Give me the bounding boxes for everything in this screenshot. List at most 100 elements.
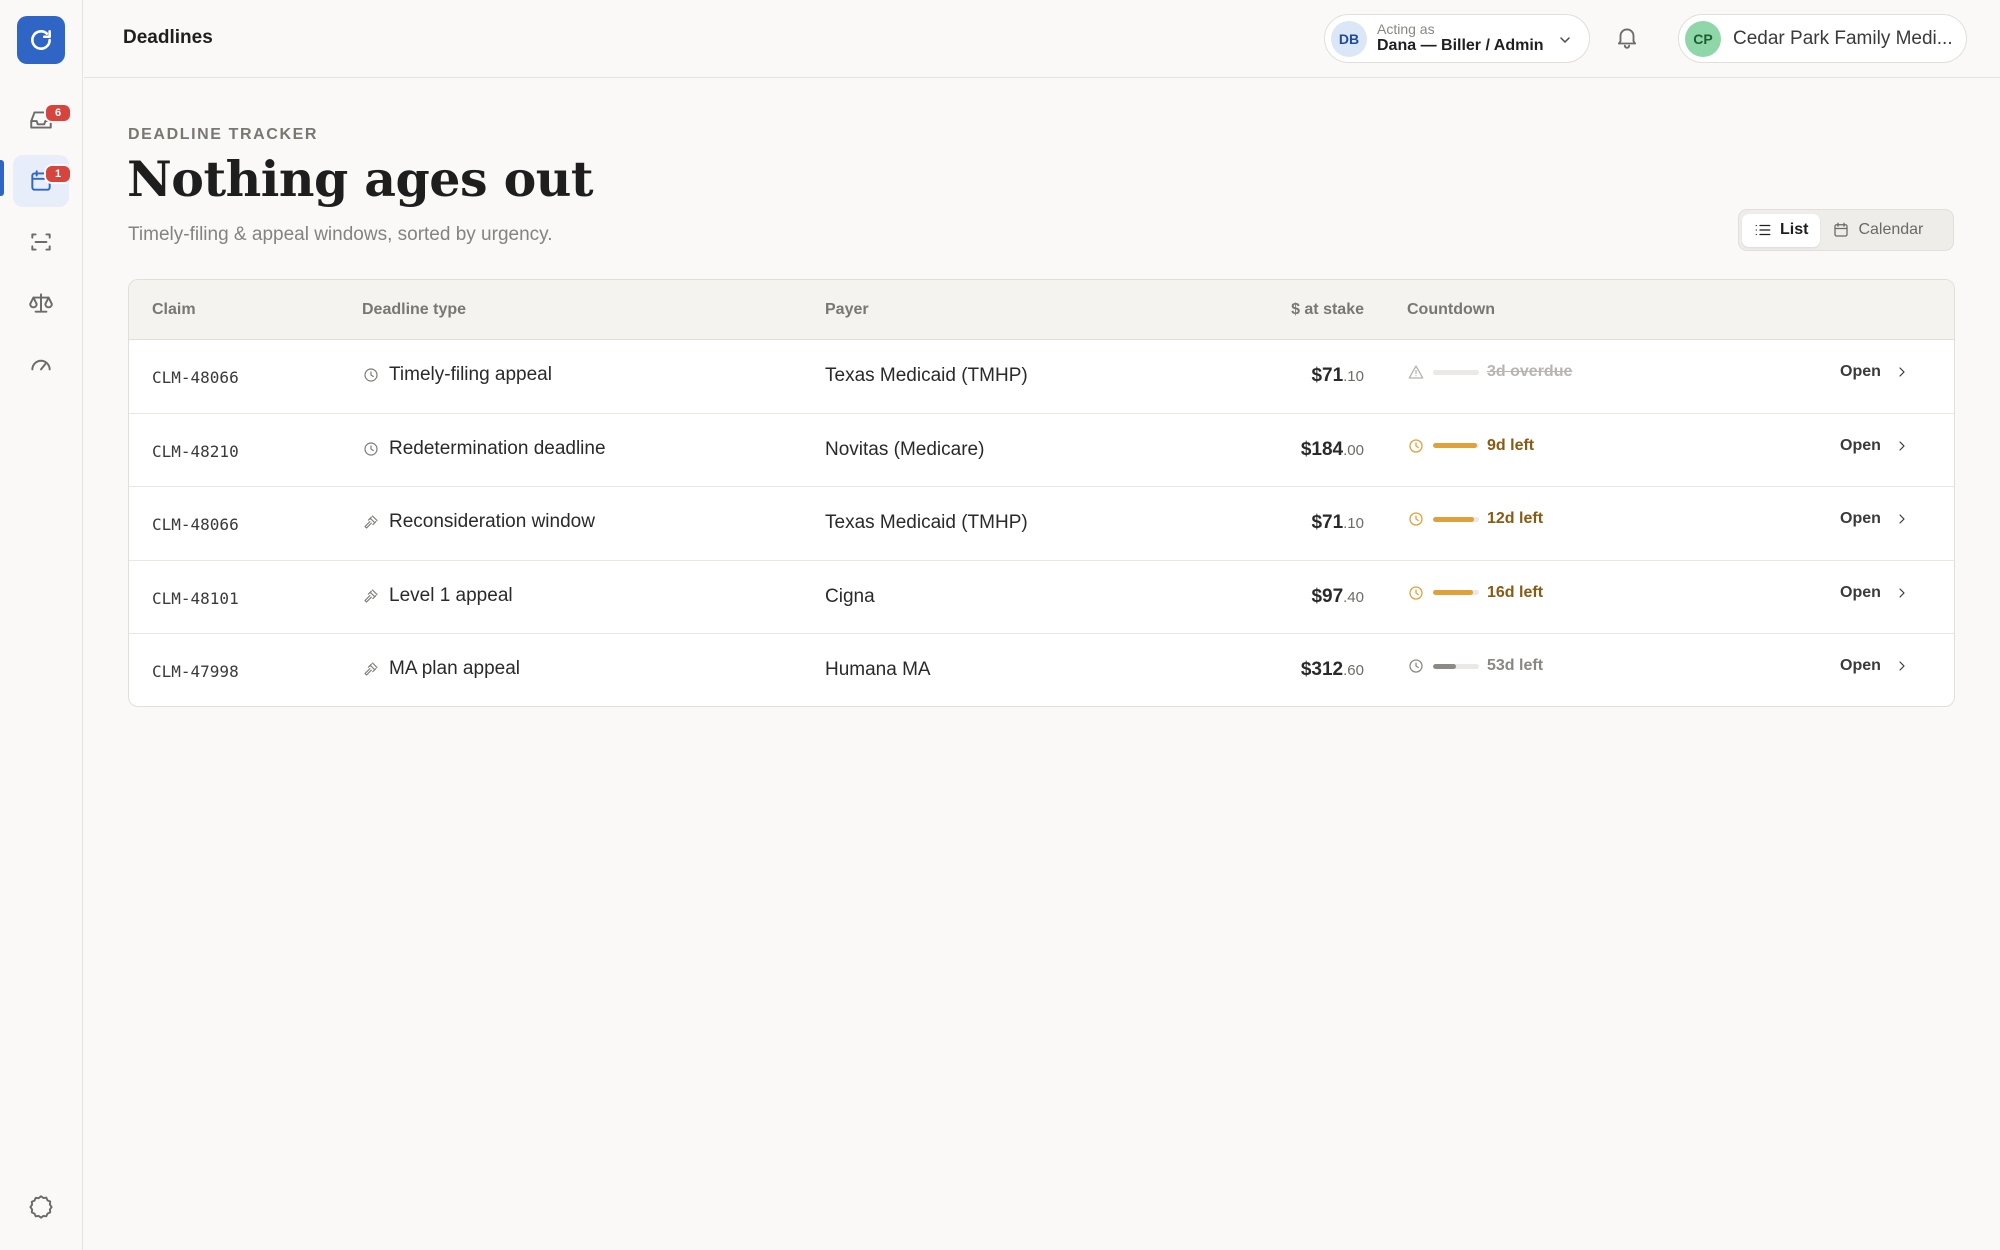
countdown-progress-bar [1433,663,1479,669]
payer-name: Texas Medicaid (TMHP) [825,512,1028,534]
settings-badge-icon [29,1195,53,1219]
clock-icon [1409,586,1423,600]
amount-at-stake: $97.40 [1311,586,1364,608]
avatar: CP [1685,20,1721,57]
open-label: Open [1840,363,1881,380]
open-claim-button[interactable]: Open [1840,363,1910,381]
payer-name: Novitas (Medicare) [825,438,985,460]
view-toggle: List Calendar [1738,209,1954,251]
open-claim-button[interactable]: Open [1840,437,1910,455]
amount-at-stake: $312.60 [1301,659,1364,681]
clock-icon [364,368,378,382]
amount-cents: .60 [1343,662,1364,680]
open-label: Open [1840,510,1881,528]
open-claim-button[interactable]: Open [1840,510,1910,528]
open-label: Open [1840,657,1881,675]
column-header-deadline-type: Deadline type [362,301,467,318]
open-claim-button[interactable]: Open [1840,657,1910,675]
clock-icon [1409,438,1423,453]
countdown: 16d left [1407,584,1543,602]
countdown: 12d left [1407,510,1543,528]
amount-at-stake: $71.10 [1311,365,1364,387]
sidebar: 6 1 [0,0,83,1250]
sidebar-item-performance[interactable] [13,338,69,390]
avatar: DB [1331,20,1367,57]
countdown-text: 16d left [1487,583,1544,601]
top-bar: Deadlines DB Acting as Dana — Biller / A… [84,0,2000,78]
amount-at-stake: $71.10 [1311,512,1364,534]
deadline-type-label: Level 1 appeal [389,584,513,606]
amount-dollars: $97 [1311,585,1344,607]
list-view-label: List [1780,221,1809,238]
acting-as-switcher[interactable]: DB Acting as Dana — Biller / Admin [1324,14,1590,63]
table-row[interactable]: CLM-48066 Reconsideration window Texas M… [129,487,1954,561]
calendar-view-button[interactable]: Calendar [1820,214,1935,247]
refresh-logo-icon [31,30,51,50]
amount-dollars: $71 [1311,365,1344,386]
table-body: CLM-48066 Timely-filing appeal Texas Med… [129,340,1954,706]
open-label: Open [1840,583,1881,601]
top-bar-title: Deadlines [123,27,213,48]
gauge-icon [31,359,51,371]
bell-icon [1617,28,1637,49]
page-eyebrow: DEADLINE TRACKER [128,126,319,143]
table-row[interactable]: CLM-48066 Timely-filing appeal Texas Med… [129,340,1954,414]
organization-switcher[interactable]: CP Cedar Park Family Medi... [1678,14,1967,63]
gavel-icon [364,589,378,603]
sidebar-item-deadlines[interactable]: 1 [13,155,72,207]
amount-dollars: $184 [1300,438,1344,460]
active-nav-indicator [0,160,4,196]
deadline-type-label: Timely-filing appeal [389,364,552,385]
chevron-right-icon [1899,367,1905,377]
warning-icon [1408,365,1424,379]
chevron-right-icon [1899,440,1905,451]
payer-name: Humana MA [825,659,931,681]
open-label: Open [1840,436,1881,454]
payer-name: Cigna [825,585,875,607]
deadline-type-label: Reconsideration window [389,511,595,533]
page-subtitle: Timely-filing & appeal windows, sorted b… [128,224,553,245]
scales-icon [29,293,53,313]
open-claim-button[interactable]: Open [1840,584,1910,602]
countdown-progress-fill [1433,663,1456,669]
sidebar-item-appeals[interactable] [13,277,69,329]
payer-name: Texas Medicaid (TMHP) [825,365,1028,386]
list-view-button[interactable]: List [1742,213,1821,247]
column-header-payer: Payer [825,301,869,318]
deadline-type: Redetermination deadline [362,438,606,460]
sidebar-item-scan[interactable] [13,216,69,268]
gavel-icon [364,515,378,529]
countdown-text: 9d left [1487,436,1535,454]
calendar-icon [1834,222,1849,237]
app-logo[interactable] [17,16,65,64]
claim-id: CLM-47998 [152,662,239,682]
notifications-button[interactable] [1614,24,1640,55]
countdown: 53d left [1407,657,1543,675]
deadline-type: Level 1 appeal [362,585,513,607]
countdown: 9d left [1407,437,1534,455]
notification-badge: 6 [44,103,72,123]
countdown-progress-fill [1433,443,1477,449]
sidebar-item-settings[interactable] [13,1180,69,1232]
deadline-type: Reconsideration window [362,511,595,533]
deadline-type: MA plan appeal [362,658,520,680]
countdown-text: 12d left [1487,510,1544,528]
deadline-type-label: MA plan appeal [389,658,520,680]
page-title: Nothing ages out [127,150,594,208]
countdown-progress-fill [1433,590,1474,596]
claim-id: CLM-48066 [152,515,239,535]
scan-icon [31,233,51,251]
table-row[interactable]: CLM-48101 Level 1 appeal Cigna $97.40 16… [129,561,1954,635]
sidebar-item-inbox[interactable]: 6 [13,94,72,146]
clock-icon [364,441,378,456]
countdown-text: 53d left [1487,657,1544,675]
notification-badge: 1 [44,164,72,184]
countdown-progress-bar [1433,443,1479,449]
column-header-amount: $ at stake [1291,301,1364,318]
column-header-claim: Claim [152,301,196,318]
table-row[interactable]: CLM-48210 Redetermination deadline Novit… [129,414,1954,488]
countdown-progress-bar [1433,516,1479,522]
countdown-text: 3d overdue [1487,363,1573,380]
table-header: Claim Deadline type Payer $ at stake Cou… [129,280,1954,340]
table-row[interactable]: CLM-47998 MA plan appeal Humana MA $312.… [129,634,1954,706]
